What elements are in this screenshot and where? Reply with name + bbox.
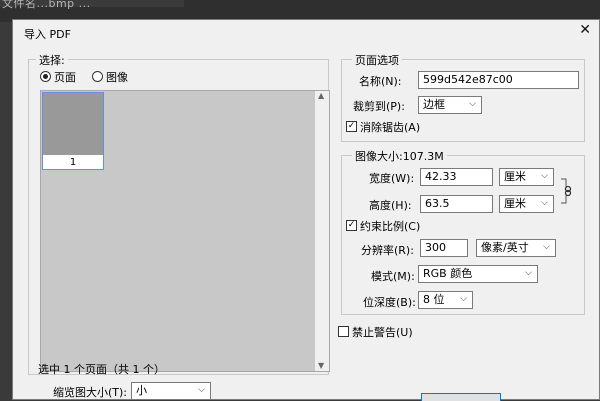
close-icon[interactable]: ✕	[579, 22, 591, 38]
depth-label: 位深度(B):	[363, 296, 416, 309]
mode-value: RGB 颜色	[423, 267, 473, 280]
constrain-label: 约束比例(C)	[360, 220, 421, 233]
width-label: 宽度(W):	[369, 172, 415, 185]
crop-select[interactable]: 边框 ⌵	[418, 96, 482, 114]
height-unit-select[interactable]: 厘米 ⌵	[499, 195, 554, 213]
chevron-down-icon: ⌵	[469, 99, 476, 109]
chevron-down-icon: ⌵	[543, 242, 550, 252]
radio-image[interactable]	[92, 71, 103, 82]
import-pdf-dialog: 导入 PDF ✕ 选择: 页面 图像 1 ▲ ▼ 选中 1 个页面（共 1 个）…	[12, 19, 600, 401]
width-unit-select[interactable]: 厘米 ⌵	[499, 168, 554, 186]
page-options-legend: 页面选项	[352, 52, 402, 68]
radio-image-label: 图像	[106, 71, 128, 84]
preview-scrollbar[interactable]: ▲ ▼	[315, 91, 329, 371]
thumbnail-image	[43, 93, 103, 155]
resolution-label: 分辨率(R):	[361, 244, 414, 257]
height-label: 高度(H):	[369, 199, 412, 212]
height-field[interactable]: 63.5	[420, 195, 493, 213]
chevron-down-icon: ⌵	[198, 385, 205, 395]
app-title: 文件名...bmp ...	[2, 0, 91, 10]
thumb-size-select[interactable]: 小 ⌵	[131, 382, 211, 400]
thumb-size-label: 缩览图大小(T):	[53, 386, 128, 399]
width-unit-value: 厘米	[504, 170, 526, 183]
resolution-unit-value: 像素/英寸	[481, 241, 529, 254]
radio-page-label: 页面	[54, 71, 76, 84]
chevron-down-icon: ⌵	[541, 171, 548, 181]
resolution-field[interactable]: 300	[420, 239, 468, 257]
antialias-checkbox[interactable]: ✓	[346, 121, 357, 132]
image-size-legend: 图像大小:107.3M	[352, 148, 447, 164]
scroll-up-icon[interactable]: ▲	[318, 91, 324, 100]
link-chain-icon[interactable]	[560, 178, 574, 204]
selection-status: 选中 1 个页面（共 1 个）	[38, 363, 165, 376]
depth-select[interactable]: 8 位 ⌵	[418, 291, 473, 309]
page-preview-area: 1 ▲ ▼	[40, 90, 330, 372]
chevron-down-icon: ⌵	[525, 268, 532, 278]
chevron-down-icon: ⌵	[460, 294, 467, 304]
select-legend: 选择:	[36, 52, 68, 68]
constrain-checkbox[interactable]: ✓	[346, 220, 357, 231]
radio-page[interactable]	[40, 71, 51, 82]
scroll-down-icon[interactable]: ▼	[318, 361, 324, 370]
name-field[interactable]: 599d542e87c00	[418, 71, 579, 89]
depth-value: 8 位	[423, 293, 445, 306]
suppress-warnings-checkbox[interactable]	[338, 326, 349, 337]
antialias-label: 消除锯齿(A)	[360, 121, 421, 134]
mode-label: 模式(M):	[371, 270, 415, 283]
height-unit-value: 厘米	[504, 197, 526, 210]
thumbnail-number: 1	[69, 157, 77, 168]
resolution-unit-select[interactable]: 像素/英寸 ⌵	[476, 239, 556, 257]
dialog-title: 导入 PDF	[24, 28, 71, 41]
thumb-size-value: 小	[136, 384, 147, 397]
crop-value: 边框	[423, 98, 445, 111]
name-label: 名称(N):	[359, 75, 402, 88]
suppress-warnings-label: 禁止警告(U)	[352, 326, 413, 339]
width-field[interactable]: 42.33	[420, 168, 493, 186]
mode-select[interactable]: RGB 颜色 ⌵	[418, 265, 538, 283]
page-thumbnail[interactable]: 1	[42, 92, 104, 170]
chevron-down-icon: ⌵	[541, 198, 548, 208]
crop-label: 裁剪到(P):	[353, 100, 405, 113]
